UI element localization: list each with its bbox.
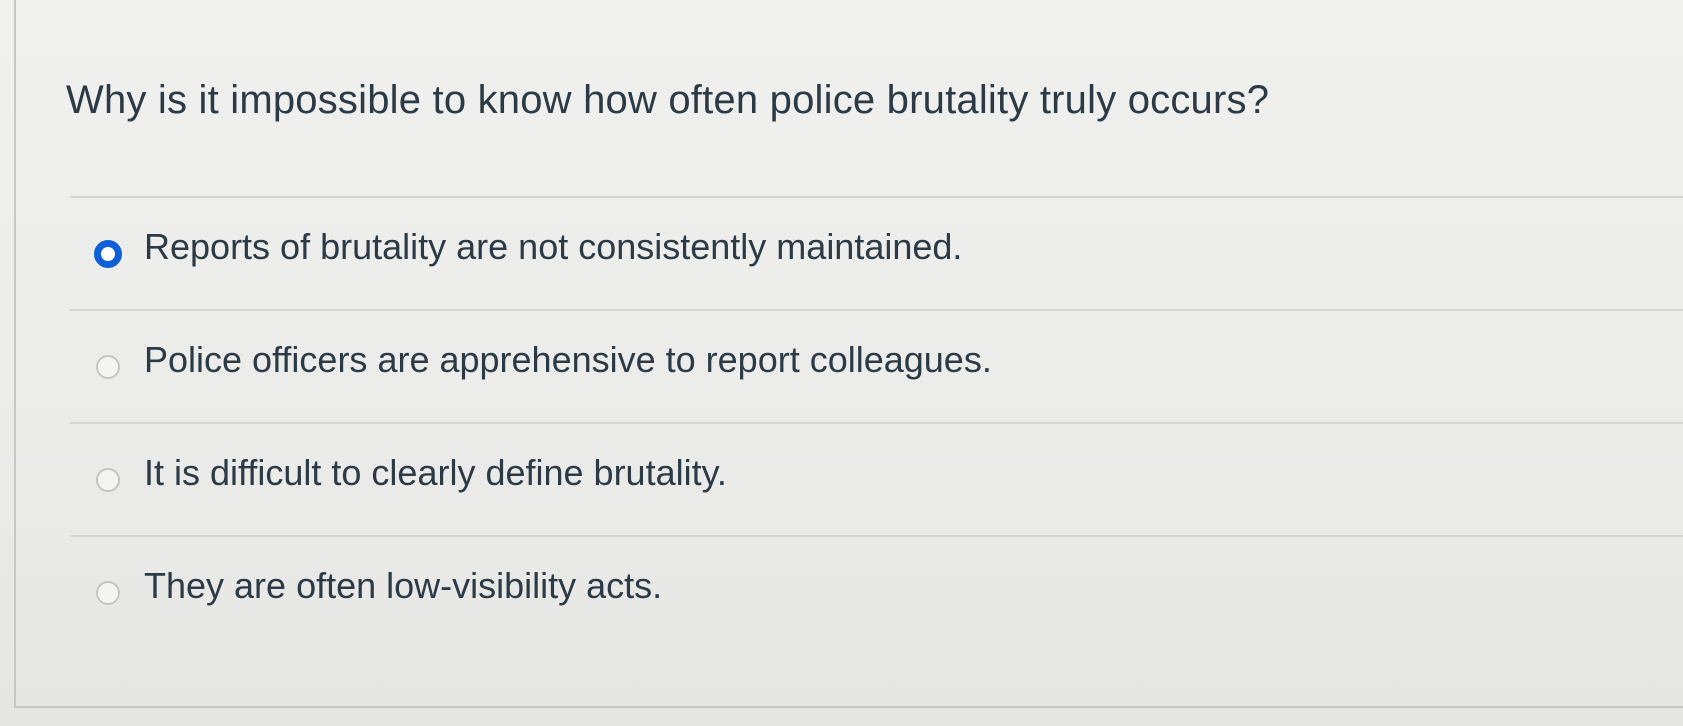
answer-label: It is difficult to clearly define brutal… (144, 451, 727, 493)
question-card: Why is it impossible to know how often p… (14, 0, 1683, 708)
answer-label: Reports of brutality are not consistentl… (144, 225, 963, 267)
question-text: Why is it impossible to know how often p… (66, 78, 1270, 122)
answer-option-3[interactable]: It is difficult to clearly define brutal… (70, 422, 1683, 535)
answer-list: Reports of brutality are not consistentl… (70, 196, 1683, 648)
answer-option-4[interactable]: They are often low-visibility acts. (70, 535, 1683, 648)
radio-button-icon[interactable] (96, 354, 120, 379)
answer-option-2[interactable]: Police officers are apprehensive to repo… (70, 309, 1683, 422)
answer-label: They are often low-visibility acts. (144, 564, 663, 606)
quiz-page: Why is it impossible to know how often p… (0, 0, 1683, 726)
radio-button-icon[interactable] (96, 467, 120, 492)
radio-button-selected-icon[interactable] (94, 239, 122, 268)
answer-label: Police officers are apprehensive to repo… (144, 338, 992, 380)
radio-button-icon[interactable] (96, 580, 120, 605)
answer-option-1[interactable]: Reports of brutality are not consistentl… (70, 196, 1683, 309)
